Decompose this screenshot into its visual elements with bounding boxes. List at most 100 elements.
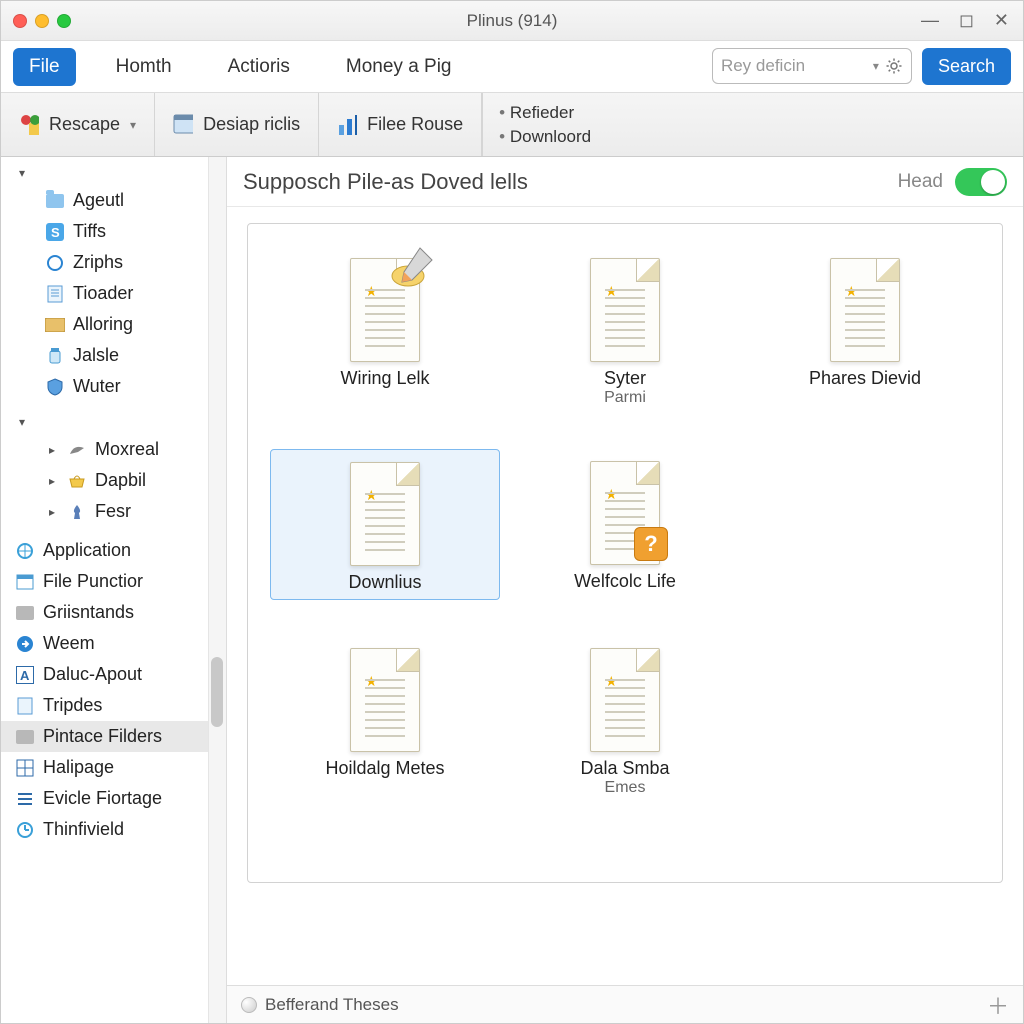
sidebar-group1-toggle[interactable]: ▾ [1, 161, 226, 185]
file-item-selected[interactable]: ★ Downlius [270, 449, 500, 600]
file-item[interactable]: ★ ? Welfcolc Life [510, 449, 740, 600]
grid-icon [15, 758, 35, 778]
document-icon: ★ [340, 252, 430, 362]
menu-money[interactable]: Money a Pig [330, 48, 468, 86]
sidebar-item-wuter[interactable]: Wuter [1, 371, 226, 402]
toolbar-desiap[interactable]: ✕ Desiap riclis [155, 93, 319, 156]
search-input[interactable]: Rey deficin ▾ [712, 48, 912, 84]
letter-a-icon: A [15, 665, 35, 685]
content-title: Supposch Pile-as Doved lells [243, 169, 528, 195]
close-icon[interactable]: ✕ [994, 10, 1009, 31]
document-icon: ★ [820, 252, 910, 362]
sidebar-group2-toggle[interactable]: ▾ [1, 410, 226, 434]
window-x-icon: ✕ [173, 115, 193, 135]
basket-icon [67, 471, 87, 491]
sidebar-item-tiffs[interactable]: STiffs [1, 216, 226, 247]
jar-icon [45, 346, 65, 366]
sidebar-item-ageutl[interactable]: Ageutl [1, 185, 226, 216]
minimize-icon[interactable]: — [921, 10, 939, 31]
restore-icon[interactable]: ◻ [959, 10, 974, 31]
disclosure-right-icon: ▸ [45, 505, 59, 519]
window-icon [15, 572, 35, 592]
sidebar-item-fesr[interactable]: ▸Fesr [1, 496, 226, 527]
toolbar-rescape[interactable]: Rescape ▾ [1, 93, 155, 156]
maximize-window-icon[interactable] [57, 14, 71, 28]
menubar: File Homth Actioris Money a Pig Rey defi… [1, 41, 1023, 93]
chess-icon [67, 502, 87, 522]
toggle-label: Head [898, 171, 943, 193]
sidebar-item-halipage[interactable]: Halipage [1, 752, 226, 783]
content-header: Supposch Pile-as Doved lells Head [227, 157, 1023, 207]
sidebar-item-zriphs[interactable]: Zriphs [1, 247, 226, 278]
svg-text:A: A [20, 668, 30, 683]
chevron-down-icon[interactable]: ▾ [873, 59, 879, 73]
file-item[interactable]: ★ Syter Parmi [510, 246, 740, 413]
sidebar-item-weem[interactable]: Weem [1, 628, 226, 659]
sidebar-item-filepunctior[interactable]: File Punctior [1, 566, 226, 597]
head-toggle[interactable] [955, 168, 1007, 196]
globe-icon [241, 997, 257, 1013]
file-item[interactable]: ★ Wiring Lelk [270, 246, 500, 413]
file-item[interactable]: ★ Dala Smba Emes [510, 636, 740, 803]
footer-text: Befferand Theses [265, 995, 399, 1015]
sidebar-item-thinfivield[interactable]: Thinfivield [1, 814, 226, 845]
gear-icon[interactable] [885, 57, 903, 75]
svg-text:S: S [51, 225, 60, 240]
shield-icon [45, 377, 65, 397]
sidebar-item-alloring[interactable]: Alloring [1, 309, 226, 340]
sidebar-item-griisntands[interactable]: Griisntands [1, 597, 226, 628]
minimize-window-icon[interactable] [35, 14, 49, 28]
sidebar-item-application[interactable]: Application [1, 535, 226, 566]
menu-file[interactable]: File [13, 48, 76, 86]
bird-icon [67, 440, 87, 460]
dollar-icon: S [45, 222, 65, 242]
document-icon: ★ [580, 642, 670, 752]
page-icon [15, 696, 35, 716]
add-button[interactable]: ＋ [987, 989, 1009, 1021]
file-grid-frame: ★ Wiring Lelk ★ Syter Parmi ★ [247, 223, 1003, 883]
circle-icon [45, 253, 65, 273]
toolbar-sidepanel: Refieder Downloord [482, 93, 607, 156]
folder-icon [45, 191, 65, 211]
file-item[interactable]: ★ Hoildalg Metes [270, 636, 500, 803]
sidebar-item-jalsle[interactable]: Jalsle [1, 340, 226, 371]
sidebar-item-dalucapout[interactable]: ADaluc-Apout [1, 659, 226, 690]
document-icon: ★ [340, 642, 430, 752]
menu-actioris[interactable]: Actioris [212, 48, 306, 86]
clock-icon [15, 820, 35, 840]
folder-grey-icon [15, 603, 35, 623]
sidebar-item-tripdes[interactable]: Tripdes [1, 690, 226, 721]
arrow-circle-icon [15, 634, 35, 654]
window-title: Plinus (914) [1, 11, 1023, 31]
toolbar-filee[interactable]: Filee Rouse [319, 93, 482, 156]
search-placeholder: Rey deficin [721, 56, 805, 76]
sidepanel-downloord[interactable]: Downloord [499, 127, 591, 147]
question-badge-icon: ? [634, 527, 668, 561]
sidebar-item-moxreal[interactable]: ▸Moxreal [1, 434, 226, 465]
traffic-lights [13, 14, 71, 28]
file-item[interactable]: ★ Phares Dievid [750, 246, 980, 413]
body: ▾ Ageutl STiffs Zriphs Tioader Alloring … [1, 157, 1023, 1023]
menu-homth[interactable]: Homth [100, 48, 188, 86]
sidepanel-refieder[interactable]: Refieder [499, 103, 591, 123]
sidebar-item-dapbil[interactable]: ▸Dapbil [1, 465, 226, 496]
document-icon [45, 284, 65, 304]
scrollbar-thumb[interactable] [211, 657, 223, 727]
close-window-icon[interactable] [13, 14, 27, 28]
folder-grey-icon [15, 727, 35, 747]
chevron-down-icon: ▾ [130, 118, 136, 132]
app-window: Plinus (914) — ◻ ✕ File Homth Actioris M… [0, 0, 1024, 1024]
disclosure-down-icon: ▾ [15, 166, 29, 180]
disclosure-down-icon: ▾ [15, 415, 29, 429]
search-button[interactable]: Search [922, 48, 1011, 85]
titlebar: Plinus (914) — ◻ ✕ [1, 1, 1023, 41]
sidebar-item-eviclefiortage[interactable]: Evicle Fiortage [1, 783, 226, 814]
sidebar-item-pintacefilders[interactable]: Pintace Filders [1, 721, 226, 752]
disclosure-right-icon: ▸ [45, 474, 59, 488]
content-body: ★ Wiring Lelk ★ Syter Parmi ★ [227, 207, 1023, 985]
sidebar: ▾ Ageutl STiffs Zriphs Tioader Alloring … [1, 157, 227, 1023]
sidebar-scrollbar[interactable] [208, 157, 226, 1023]
bar-chart-icon [337, 115, 357, 135]
sidebar-item-tioader[interactable]: Tioader [1, 278, 226, 309]
status-bar: Befferand Theses ＋ [227, 985, 1023, 1023]
